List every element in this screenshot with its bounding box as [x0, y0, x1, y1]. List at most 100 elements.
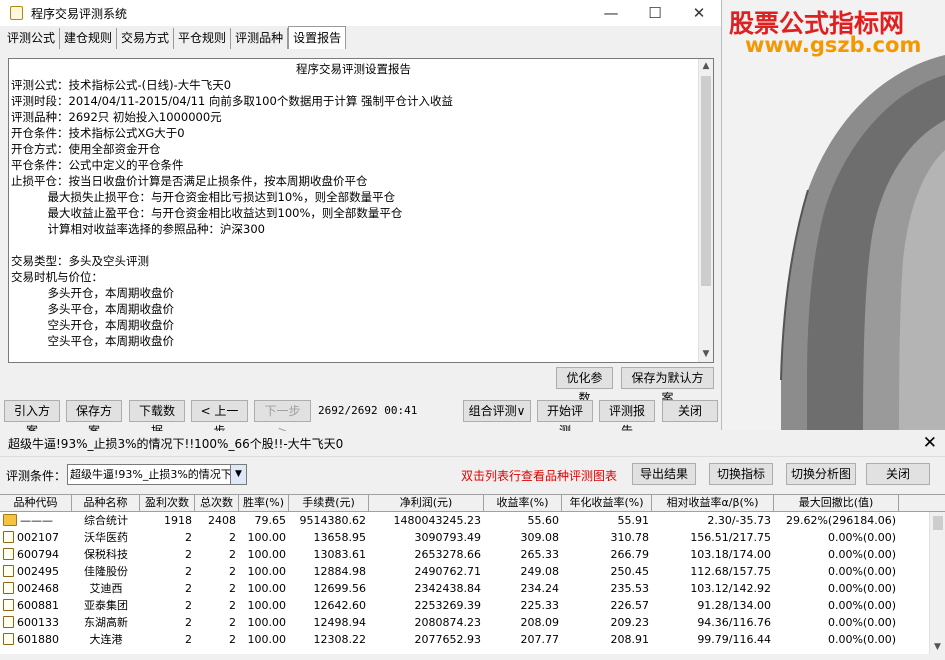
start-eval-button[interactable]: 开始评测	[537, 400, 593, 438]
export-results-button[interactable]: 导出结果	[632, 463, 696, 485]
switch-indicator-button[interactable]: 切换指标	[709, 463, 773, 485]
table-cell: 55.60	[527, 514, 560, 527]
column-header[interactable]: 盈利次数	[140, 495, 195, 511]
column-header[interactable]: 胜率(%)	[239, 495, 289, 511]
tab-instruments[interactable]: 评测品种	[231, 28, 289, 49]
combo-eval-button[interactable]: 组合评测∨	[463, 400, 531, 422]
table-body: ——— 综合统计 1918 2408 79.65 9514380.62 1480043245…	[0, 512, 945, 648]
condition-select[interactable]: 超级牛逼!93%_止损3%的情况下 ▼	[67, 464, 247, 485]
table-cell: 2	[229, 548, 236, 561]
tab-close-rules[interactable]: 平仓规则	[174, 28, 232, 49]
minimize-button[interactable]: —	[588, 0, 634, 26]
table-row[interactable]: 600881 亚泰集团 2 2 100.00 12642.60 2253269.39 225.…	[0, 597, 945, 614]
save-default-button[interactable]: 保存为默认方案	[621, 367, 714, 405]
scroll-down-icon[interactable]: ▼	[699, 347, 713, 362]
table-cell: 209.23	[610, 616, 650, 629]
cell-text: 600794	[17, 548, 59, 561]
table-cell: 2077652.93	[414, 633, 481, 646]
table-cell: 1480043245.23	[393, 514, 481, 527]
close-main-button[interactable]: 关闭	[662, 400, 718, 422]
table-cell: 12308.22	[313, 633, 367, 646]
prev-step-button[interactable]: < 上一步	[191, 400, 248, 438]
table-row[interactable]: ——— 综合统计 1918 2408 79.65 9514380.62 1480043245…	[0, 512, 945, 529]
table-cell: 9514380.62	[299, 514, 366, 527]
import-scheme-button[interactable]: 引入方案	[4, 400, 60, 438]
table-cell: 0.00%(0.00)	[827, 582, 896, 595]
condition-value: 超级牛逼!93%_止损3%的情况下	[70, 468, 232, 481]
table-cell: 12699.56	[313, 582, 367, 595]
report-line: 平仓条件：公式中定义的平仓条件	[11, 158, 184, 172]
tab-trade-mode[interactable]: 交易方式	[117, 28, 175, 49]
table-cell: 保税科技	[84, 548, 128, 561]
column-header[interactable]: 相对收益率α/β(%)	[652, 495, 774, 511]
results-table[interactable]: 品种代码 品种名称 盈利次数 总次数 胜率(%) 手续费(元) 净利润(元) 收益率(%) 年化…	[0, 494, 945, 654]
table-cell: 2	[185, 633, 192, 646]
table-row[interactable]: 002468 艾迪西 2 2 100.00 12699.56 2342438.84 234.2…	[0, 580, 945, 597]
column-header[interactable]: 手续费(元)	[289, 495, 369, 511]
column-header[interactable]: 净利润(元)	[369, 495, 484, 511]
column-header[interactable]: 品种名称	[72, 495, 140, 511]
table-cell: 大连港	[89, 633, 123, 646]
tab-bar: 评测公式 建仓规则 交易方式 平仓规则 评测品种 设置报告	[3, 26, 347, 50]
table-row[interactable]: 002495 佳隆股份 2 2 100.00 12884.98 2490762.71 249.…	[0, 563, 945, 580]
table-cell: 91.28/134.00	[697, 599, 771, 612]
table-scrollbar[interactable]: ▼	[929, 512, 945, 654]
save-scheme-button[interactable]: 保存方案	[66, 400, 122, 438]
table-cell: 佳隆股份	[84, 565, 128, 578]
tab-open-rules[interactable]: 建仓规则	[60, 28, 118, 49]
optimize-params-button[interactable]: 优化参数	[556, 367, 613, 405]
switch-chart-button[interactable]: 切换分析图	[786, 463, 856, 485]
table-cell: 13083.61	[313, 548, 367, 561]
table-cell: 250.45	[610, 565, 650, 578]
maximize-button[interactable]: ☐	[632, 0, 678, 26]
report-line: 多头平仓，本周期收盘价	[11, 302, 175, 316]
eval-report-button[interactable]: 评测报告	[599, 400, 655, 438]
table-cell: 99.79/116.44	[697, 633, 771, 646]
table-scroll-thumb[interactable]	[933, 516, 943, 530]
chevron-down-icon[interactable]: ▼	[230, 465, 246, 484]
column-header[interactable]: 收益率(%)	[484, 495, 562, 511]
close-result-button[interactable]: 关闭	[866, 463, 930, 485]
table-cell: 3090793.49	[414, 531, 481, 544]
table-cell: 2	[185, 599, 192, 612]
table-cell: 东湖高新	[84, 616, 128, 629]
table-row[interactable]: 600794 保税科技 2 2 100.00 13083.61 2653278.66 265.…	[0, 546, 945, 563]
main-window: 程序交易评测系统 — ☐ ✕ 评测公式 建仓规则 交易方式 平仓规则 评测品种 …	[0, 0, 722, 438]
table-cell: 综合统计	[84, 514, 128, 527]
report-line: 空头开仓，本周期收盘价	[11, 318, 175, 332]
report-textarea[interactable]: 程序交易评测设置报告 评测公式：技术指标公式-(日线)-大牛飞天0 评测时段：20…	[8, 58, 714, 363]
table-row[interactable]: 002107 沃华医药 2 2 100.00 13658.95 3090793.49 309.…	[0, 529, 945, 546]
table-cell: 艾迪西	[89, 582, 123, 595]
cell-text: 002495	[17, 565, 59, 578]
table-cell: 2	[185, 582, 192, 595]
table-cell: 79.65	[254, 514, 287, 527]
table-cell: 亚泰集团	[84, 599, 128, 612]
table-cell: 249.08	[520, 565, 560, 578]
tab-settings-report[interactable]: 设置报告	[288, 26, 347, 49]
report-line: 最大损失止损平仓：与开仓资金相比亏损达到10%，则全部数量平仓	[11, 190, 396, 204]
table-cell: 2	[185, 548, 192, 561]
table-scroll-down-icon[interactable]: ▼	[930, 639, 945, 654]
table-cell: 103.18/174.00	[690, 548, 771, 561]
table-cell: 0.00%(0.00)	[827, 616, 896, 629]
download-data-button[interactable]: 下载数据	[129, 400, 185, 438]
table-cell: 29.62%(296184.06)	[785, 514, 896, 527]
table-cell: 112.68/157.75	[690, 565, 771, 578]
tab-formula[interactable]: 评测公式	[3, 28, 61, 49]
column-header[interactable]: 年化收益率(%)	[562, 495, 652, 511]
column-header[interactable]: 总次数	[195, 495, 239, 511]
column-header[interactable]: 品种代码	[0, 495, 72, 511]
report-scrollbar[interactable]: ▲ ▼	[698, 59, 713, 362]
title-bar: 程序交易评测系统 — ☐ ✕	[0, 0, 721, 26]
scroll-up-icon[interactable]: ▲	[699, 59, 713, 74]
scroll-thumb[interactable]	[701, 76, 711, 286]
report-line: 开仓条件：技术指标公式XG大于0	[11, 126, 185, 140]
result-close-icon[interactable]: ✕	[923, 433, 937, 453]
table-row[interactable]: 600133 东湖高新 2 2 100.00 12498.94 2080874.23 208.…	[0, 614, 945, 631]
close-button[interactable]: ✕	[676, 0, 722, 26]
table-cell: 235.53	[610, 582, 650, 595]
column-header[interactable]: 最大回撤比(值)	[774, 495, 899, 511]
next-step-button[interactable]: 下一步 >	[254, 400, 311, 438]
table-cell: 94.36/116.76	[697, 616, 771, 629]
table-row[interactable]: 601880 大连港 2 2 100.00 12308.22 2077652.93 207.7…	[0, 631, 945, 648]
